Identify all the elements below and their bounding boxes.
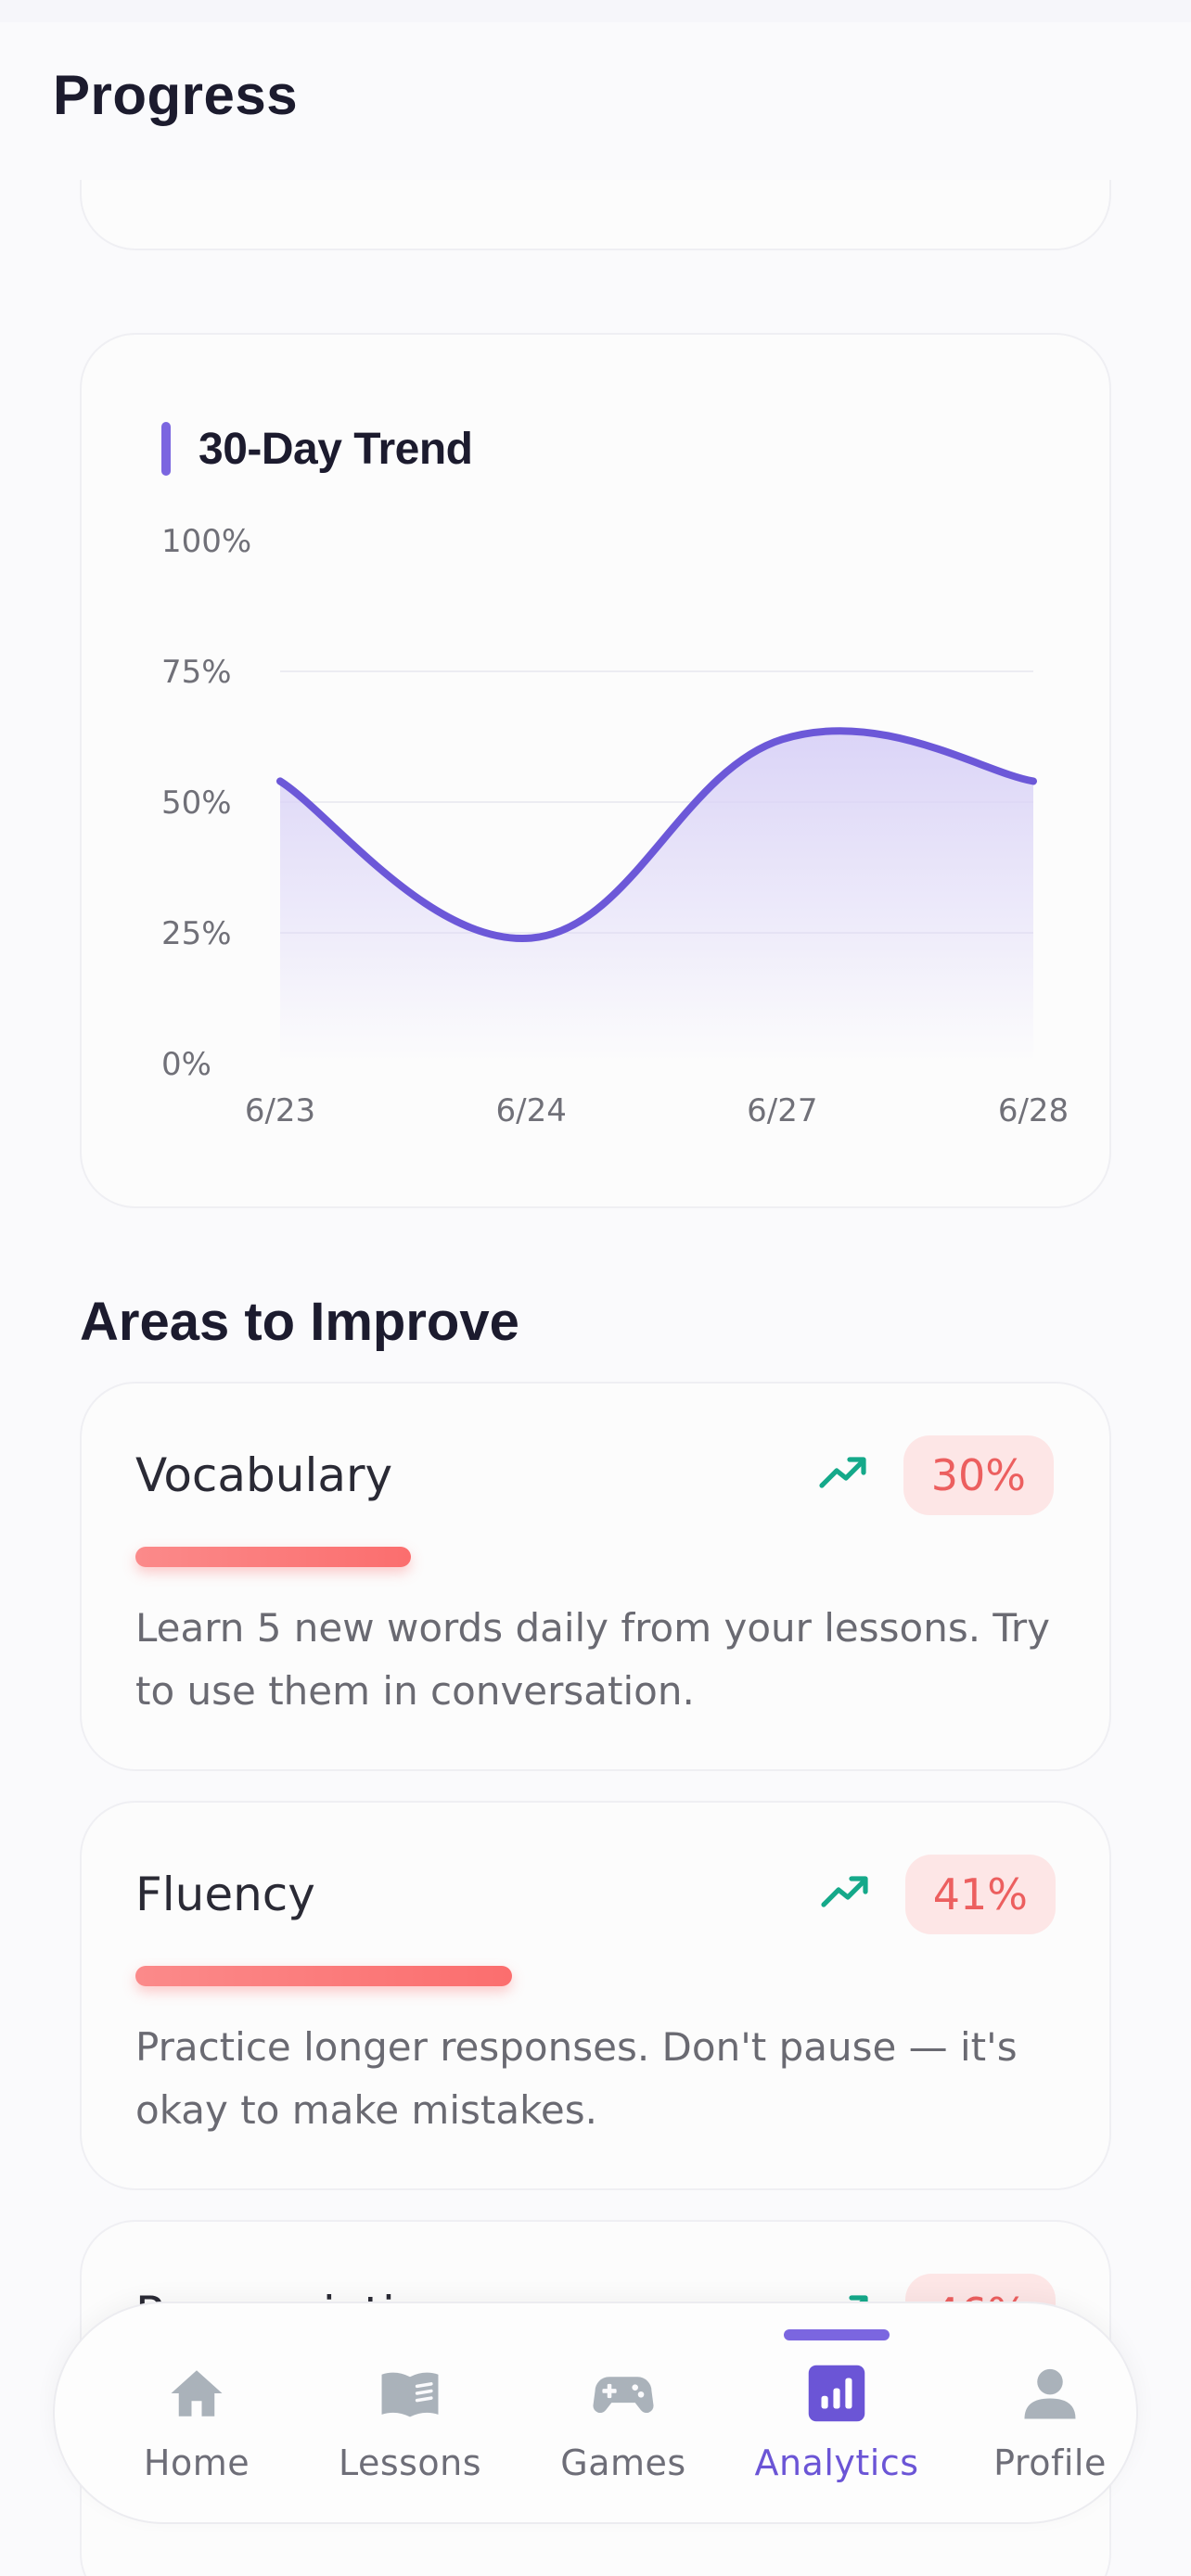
header: Progress	[0, 22, 1191, 180]
areas-section-title: Areas to Improve	[80, 1292, 519, 1352]
trend-chart: 0% 25% 50% 75% 100% 6/23 6/24 6/27 6/28	[161, 523, 1069, 1129]
chart-area-fill	[280, 731, 1033, 1064]
nav-item-analytics[interactable]: Analytics	[730, 2303, 943, 2526]
active-tab-indicator	[784, 2329, 890, 2340]
progress-bar	[135, 1966, 512, 1986]
nav-item-games[interactable]: Games	[517, 2303, 730, 2526]
y-tick-label: 25%	[161, 915, 232, 952]
y-tick-label: 75%	[161, 654, 232, 691]
nav-item-home[interactable]: Home	[90, 2303, 303, 2526]
y-tick-label: 50%	[161, 784, 232, 822]
area-description: Practice longer responses. Don't pause —…	[135, 2024, 1018, 2133]
percent-badge: 30%	[903, 1435, 1054, 1515]
nav-label-analytics: Analytics	[754, 2442, 919, 2483]
x-tick-label: 6/28	[998, 1092, 1069, 1129]
area-card[interactable]: Fluency 41% Practice longer responses. Don…	[80, 1801, 1111, 2190]
percent-badge: 41%	[904, 1855, 1056, 1934]
nav-item-profile[interactable]: Profile	[943, 2303, 1157, 2526]
page-title: Progress	[53, 64, 299, 126]
progress-bar	[135, 1547, 411, 1567]
area-description: Learn 5 new words daily from your lesson…	[135, 1605, 1051, 1714]
trending-up-icon	[820, 1873, 870, 1910]
nav-item-lessons[interactable]: Lessons	[303, 2303, 517, 2526]
y-tick-label: 0%	[161, 1046, 211, 1083]
nav-label-games: Games	[560, 2442, 686, 2483]
x-tick-label: 6/23	[245, 1092, 315, 1129]
gamepad-icon	[593, 2363, 654, 2424]
nav-label-home: Home	[143, 2442, 250, 2483]
analytics-icon	[806, 2363, 867, 2424]
home-icon	[166, 2363, 227, 2424]
x-tick-label: 6/24	[495, 1092, 566, 1129]
nav-label-profile: Profile	[993, 2442, 1107, 2483]
area-name: Fluency	[135, 1868, 315, 1921]
screen: Progress 30-Day Trend 0% 25% 50% 75% 100% 6/…	[0, 22, 1191, 2576]
profile-icon	[1019, 2363, 1081, 2424]
book-icon	[379, 2363, 441, 2424]
area-card[interactable]: Vocabulary 30% Learn 5 new words daily fro…	[80, 1382, 1111, 1771]
y-tick-label: 100%	[161, 523, 251, 560]
x-tick-label: 6/27	[747, 1092, 817, 1129]
area-name: Vocabulary	[135, 1448, 393, 1502]
bottom-nav: Home Lessons Games Analytics Profile	[53, 2302, 1138, 2524]
trend-card: 30-Day Trend 0% 25% 50% 75% 100% 6/23 6/24 6/2…	[80, 333, 1111, 1208]
trending-up-icon	[818, 1454, 868, 1491]
nav-label-lessons: Lessons	[338, 2442, 482, 2483]
